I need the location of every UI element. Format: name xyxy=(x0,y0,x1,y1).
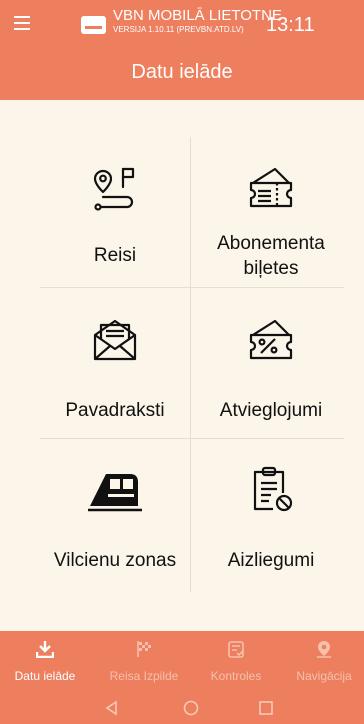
home-icon[interactable] xyxy=(182,699,200,717)
data-load-grid: Reisi Abonementa biļetes Pavadraksti Atv… xyxy=(0,135,364,600)
tile-label: Reisi xyxy=(93,245,137,266)
tile-label: Pavadraksti xyxy=(65,400,165,421)
tile-label: Aizliegumi xyxy=(227,550,315,571)
ticket-check-icon xyxy=(228,641,244,658)
download-icon xyxy=(36,641,54,658)
tile-aizliegumi[interactable]: Aizliegumi xyxy=(196,438,346,588)
location-pin-icon xyxy=(317,641,331,658)
menu-line-icon xyxy=(14,16,30,18)
menu-line-icon xyxy=(14,28,30,30)
train-icon xyxy=(88,474,142,512)
tile-label-line-2: biļetes xyxy=(243,258,299,279)
route-icon xyxy=(93,167,135,211)
page-title: Datu ielāde xyxy=(131,61,233,83)
app-version: VERSIJA 1.10.11 (PREVBN.ATD.LV) xyxy=(113,25,244,34)
tile-atvieglojumi[interactable]: Atvieglojumi xyxy=(196,287,346,437)
menu-line-icon xyxy=(14,22,30,24)
tile-vilcienu-zonas[interactable]: Vilcienu zonas xyxy=(40,438,190,588)
app-name: VBN MOBILĀ LIETOTNE xyxy=(113,7,282,24)
clipboard-ban-icon xyxy=(253,466,293,512)
nav-label: Kontroles xyxy=(210,669,262,683)
hamburger-menu-button[interactable] xyxy=(9,10,35,36)
tile-reisi[interactable]: Reisi xyxy=(40,135,190,285)
app-logo-icon xyxy=(81,16,106,34)
clock-time: 13:11 xyxy=(266,14,315,36)
nav-label: Navigācija xyxy=(296,669,352,683)
tile-abonementa-biletes[interactable]: Abonementa biļetes xyxy=(196,135,346,285)
nav-label: Datu ielāde xyxy=(14,669,76,683)
tile-label-line-1: Abonementa xyxy=(217,233,325,254)
nav-datu-ielade[interactable]: Datu ielāde xyxy=(0,631,90,691)
bottom-navigation: Datu ielāde Reisa Izpilde Kontroles Navi… xyxy=(0,631,364,691)
tile-label: Atvieglojumi xyxy=(219,400,323,421)
nav-label: Reisa Izpilde xyxy=(109,669,179,683)
nav-reisa-izpilde[interactable]: Reisa Izpilde xyxy=(97,631,191,691)
envelope-icon xyxy=(93,319,137,361)
back-icon[interactable] xyxy=(103,699,121,717)
ticket-icon xyxy=(249,167,293,208)
nav-navigacija[interactable]: Navigācija xyxy=(284,631,364,691)
discount-ticket-icon xyxy=(249,319,293,360)
tile-label: Vilcienu zonas xyxy=(53,550,177,571)
nav-kontroles[interactable]: Kontroles xyxy=(195,631,277,691)
grid-divider-vertical xyxy=(190,137,191,592)
top-app-bar: VBN MOBILĀ LIETOTNE VERSIJA 1.10.11 (PRE… xyxy=(0,0,364,100)
tile-pavadraksti[interactable]: Pavadraksti xyxy=(40,287,190,437)
system-navigation-bar xyxy=(0,691,364,724)
checkered-flag-icon xyxy=(137,641,151,657)
recent-apps-icon[interactable] xyxy=(257,699,275,717)
